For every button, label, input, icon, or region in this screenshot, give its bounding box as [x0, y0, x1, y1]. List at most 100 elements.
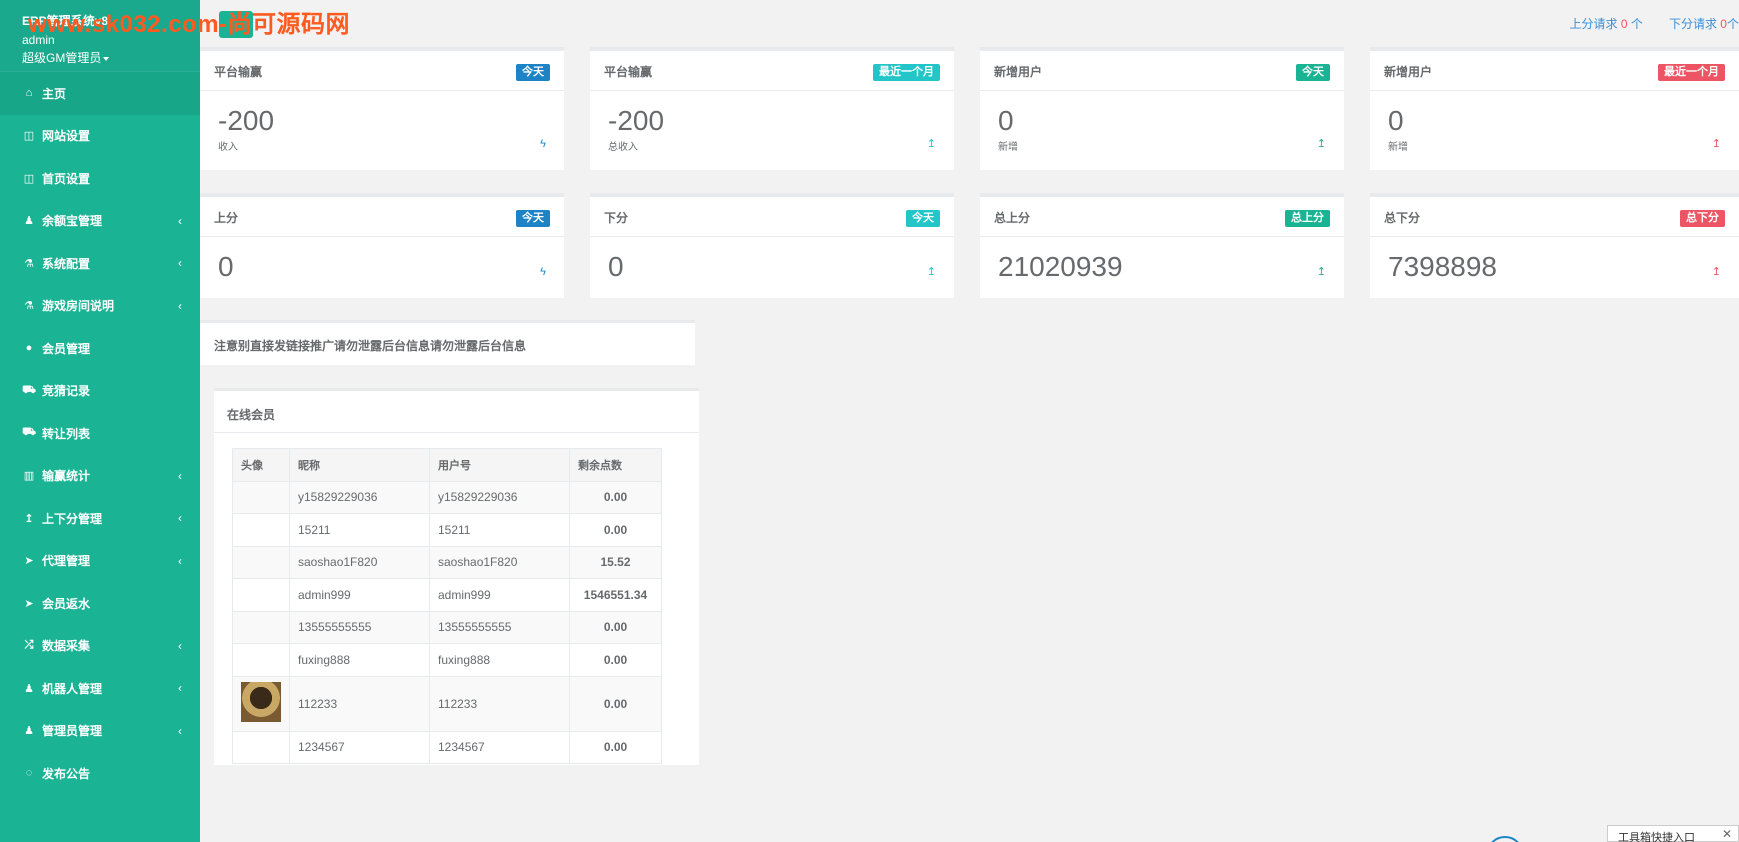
bolt-icon: ϟ	[540, 266, 546, 278]
close-icon[interactable]: ✕	[1722, 827, 1732, 841]
stat-card-value: 0	[998, 105, 1014, 136]
level-up-icon: ↥	[1711, 266, 1721, 278]
user-no-cell: saoshao1F820	[429, 545, 570, 579]
user-no-cell: 13555555555	[429, 610, 570, 644]
role-dropdown[interactable]: 超级GM管理员	[22, 49, 200, 66]
bolt-icon: ϟ	[540, 138, 546, 150]
stat-card: 新增用户 最近一个月 0 新增 ↥	[1370, 47, 1739, 170]
sidebar-item[interactable]: ♟ 管理员管理 ‹	[0, 710, 200, 753]
female-icon: ♟	[24, 725, 34, 738]
notice-panel: 注意别直接发链接推广请勿泄露后台信息请勿泄露后台信息	[200, 320, 695, 365]
stat-card-subtitle: 新增	[998, 142, 1018, 153]
user-icon: ●	[25, 342, 33, 355]
female-icon: ♟	[24, 682, 34, 695]
avatar-cell	[232, 480, 290, 514]
stat-card-badge: 最近一个月	[1658, 64, 1725, 81]
sidebar-item-label: 代理管理	[42, 554, 91, 569]
sidebar-item[interactable]: ⛟ 竞猜记录	[0, 370, 200, 413]
sidebar-item-label: 游戏房间说明	[42, 299, 115, 314]
comment-icon: ◌	[25, 767, 33, 780]
sidebar-item[interactable]: ⚗ 游戏房间说明 ‹	[0, 285, 200, 328]
chevron-left-icon: ‹	[178, 468, 182, 483]
sidebar-item[interactable]: ▥ 输赢统计 ‹	[0, 455, 200, 498]
down-request-label: 下分请求	[1668, 17, 1717, 31]
sidebar-item-label: 系统配置	[42, 256, 91, 271]
stat-card-header: 上分 今天	[200, 197, 564, 237]
table-row[interactable]: saoshao1F820 saoshao1F820 15.52	[232, 545, 662, 579]
sidebar-item[interactable]: ↥ 上下分管理 ‹	[0, 497, 200, 540]
toolbox-label: 工具箱快捷入口	[1618, 832, 1695, 842]
table-row[interactable]: y15829229036 y15829229036 0.00	[232, 480, 662, 514]
sidebar-item[interactable]: ◫ 首页设置	[0, 157, 200, 200]
down-request-count: 0	[1720, 17, 1727, 31]
caret-down-icon	[103, 56, 110, 61]
nickname-cell: fuxing888	[289, 643, 430, 677]
user-no-cell: 1234567	[429, 730, 570, 764]
sidebar-item[interactable]: ♟ 余额宝管理 ‹	[0, 200, 200, 243]
floating-circle[interactable]	[1486, 836, 1524, 842]
toolbox-widget[interactable]: 工具箱快捷入口 ✕	[1607, 825, 1739, 842]
avatar-cell	[232, 610, 290, 644]
sidebar-item[interactable]: ♟ 机器人管理 ‹	[0, 667, 200, 710]
stat-card-header: 新增用户 最近一个月	[1370, 51, 1739, 91]
table-row[interactable]: 112233 112233 0.00	[232, 675, 662, 732]
table-row[interactable]: 1234567 1234567 0.00	[232, 730, 662, 764]
topbar: 上分请求 0 个 下分请求 0个	[200, 0, 1739, 46]
stat-card-badge: 今天	[516, 64, 550, 81]
chevron-left-icon: ‹	[178, 723, 182, 738]
stat-card-value: -200	[218, 105, 275, 136]
points-cell: 0.00	[569, 513, 662, 547]
level-up-icon: ↥	[1711, 138, 1721, 150]
up-request-label: 上分请求	[1569, 17, 1618, 31]
stat-card-value: 0	[1388, 105, 1404, 136]
down-request-link[interactable]: 下分请求 0个	[1669, 15, 1739, 32]
sidebar-item[interactable]: ⚗ 系统配置 ‹	[0, 242, 200, 285]
table-row[interactable]: 13555555555 13555555555 0.00	[232, 610, 662, 644]
up-request-link[interactable]: 上分请求 0 个	[1570, 15, 1643, 32]
chevron-left-icon: ‹	[178, 298, 182, 313]
stat-card-badge: 总上分	[1285, 210, 1330, 227]
table-header-row: 头像 昵称 用户号 剩余点数	[232, 448, 662, 482]
sidebar-item[interactable]: ◌ 发布公告	[0, 752, 200, 795]
up-request-count: 0	[1620, 17, 1628, 31]
table-row[interactable]: fuxing888 fuxing888 0.00	[232, 643, 662, 677]
sidebar-item-label: 会员管理	[42, 341, 91, 356]
sidebar-item-label: 上下分管理	[42, 511, 103, 526]
stat-card-header: 下分 今天	[590, 197, 954, 237]
stat-card-value: 0	[608, 251, 624, 282]
home-icon: ⌂	[25, 87, 33, 100]
sidebar-item[interactable]: ● 会员管理	[0, 327, 200, 370]
stat-card-value: 7398898	[1388, 251, 1498, 282]
sidebar-item[interactable]: ➤ 会员返水	[0, 582, 200, 625]
chevron-left-icon: ‹	[178, 213, 182, 228]
sidebar-item-label: 机器人管理	[42, 681, 103, 696]
sidebar-item[interactable]: ⌂ 主页	[0, 72, 200, 115]
column-header: 头像	[232, 448, 290, 482]
sidebar-item[interactable]: ➤ 代理管理 ‹	[0, 540, 200, 583]
sidebar-item[interactable]: ⛟ 转让列表	[0, 412, 200, 455]
table-row[interactable]: 15211 15211 0.00	[232, 513, 662, 547]
nav-list: ⌂ 主页 ◫ 网站设置 ◫ 首页设置 ♟ 余额宝管理 ‹ ⚗ 系统配置 ‹ ⚗ 游戏房间说明 ‹ ● 会员管理 ⛟…	[0, 72, 200, 795]
table-row[interactable]: admin999 admin999 1546551.34	[232, 578, 662, 612]
points-cell: 0.00	[569, 643, 662, 677]
avatar-cell	[232, 578, 290, 612]
online-members-table: 头像 昵称 用户号 剩余点数 y15829229036 y15829229036 0.…	[232, 448, 662, 764]
stat-card-title: 新增用户	[994, 65, 1043, 79]
stat-card-badge: 总下分	[1680, 210, 1725, 227]
level-up-icon: ↥	[926, 138, 936, 150]
sidebar-item-label: 数据采集	[42, 639, 91, 654]
sidebar-item[interactable]: ⤮ 数据采集 ‹	[0, 625, 200, 668]
stat-card-title: 总上分	[994, 211, 1031, 225]
stat-card-title: 新增用户	[1384, 65, 1433, 79]
online-members-panel: 在线会员 头像 昵称 用户号 剩余点数 y15829229036 y158292290…	[214, 388, 699, 765]
sidebar-item-label: 管理员管理	[42, 724, 103, 739]
stat-card: 平台输赢 最近一个月 -200 总收入 ↥	[590, 47, 954, 170]
level-up-icon: ↥	[24, 512, 34, 525]
request-links: 上分请求 0 个 下分请求 0个	[1570, 15, 1739, 32]
avatar-cell	[232, 730, 290, 764]
chevron-left-icon: ‹	[178, 638, 182, 653]
points-cell: 0.00	[569, 675, 662, 732]
sidebar-item-label: 余额宝管理	[42, 214, 103, 229]
stat-card-title: 总下分	[1384, 211, 1421, 225]
sidebar-item[interactable]: ◫ 网站设置	[0, 115, 200, 158]
